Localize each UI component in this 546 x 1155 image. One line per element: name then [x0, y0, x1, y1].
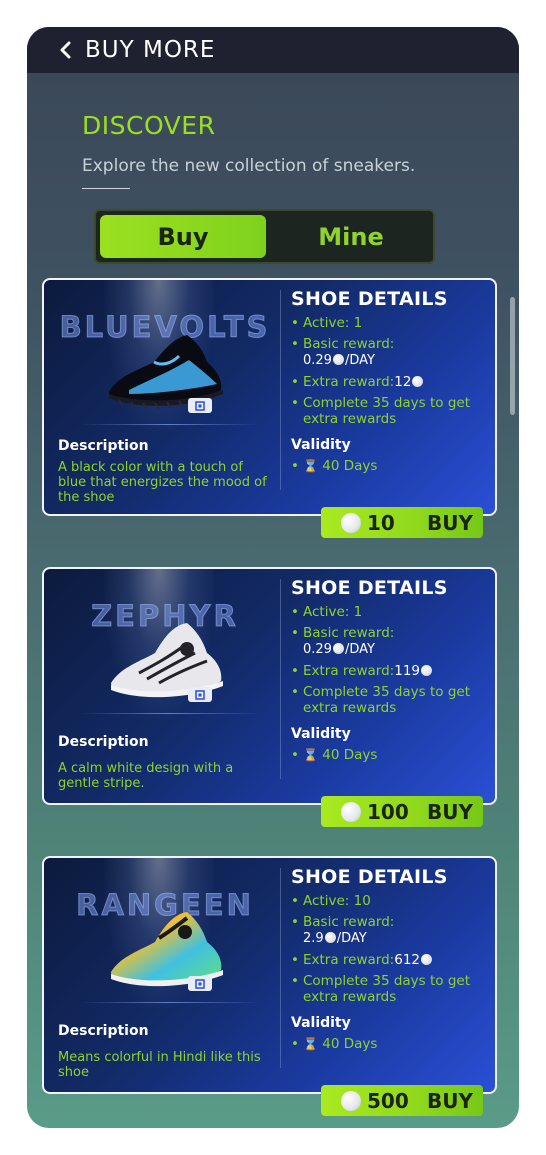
buy-button[interactable]: 100 BUY	[321, 796, 483, 827]
basic-reward-unit: /DAY	[344, 642, 375, 657]
divider	[80, 424, 260, 425]
section-heading: DISCOVER	[82, 111, 216, 140]
basic-reward-value: 0.29	[303, 353, 332, 368]
validity-title: Validity	[291, 726, 351, 742]
validity-value: ⌛ 40 Days	[291, 1036, 491, 1052]
coin-icon	[341, 512, 361, 533]
description-title: Description	[58, 734, 149, 750]
buy-label: BUY	[427, 799, 473, 824]
description-title: Description	[58, 438, 149, 454]
shoe-details: SHOE DETAILS Active: 1 Basic reward: 0.2…	[291, 288, 491, 474]
coin-icon	[324, 932, 336, 943]
complete-info: Complete 35 days to get extra rewards	[291, 684, 491, 716]
buy-button[interactable]: 10 BUY	[321, 507, 483, 538]
active-count: Active: 1	[291, 315, 491, 331]
extra-reward-value: 612	[394, 952, 421, 968]
shoe-details: SHOE DETAILS Active: 1 Basic reward: 0.2…	[291, 577, 491, 763]
divider	[80, 1002, 260, 1003]
tab-mine[interactable]: Mine	[272, 215, 430, 258]
hourglass-icon: ⌛	[303, 748, 318, 762]
divider	[280, 290, 281, 490]
extra-reward: Extra reward:12	[291, 374, 491, 390]
price: 500	[367, 1088, 409, 1113]
extra-reward-value: 119	[394, 663, 421, 679]
details-title: SHOE DETAILS	[291, 288, 448, 310]
description-title: Description	[58, 1023, 149, 1039]
shoe-preview: RANGEEN Description Means colorful in Hi…	[44, 858, 280, 1092]
basic-reward: Basic reward: 0.29/DAY	[291, 625, 491, 658]
buy-button[interactable]: 500 BUY	[321, 1085, 483, 1116]
page-title: BUY MORE	[85, 37, 216, 63]
coin-icon	[332, 354, 344, 365]
basic-reward: Basic reward: 0.29/DAY	[291, 336, 491, 369]
basic-reward-value: 0.29	[303, 642, 332, 657]
shoe-card: ZEPHYR Description A calm white design w…	[42, 567, 497, 805]
coin-icon	[421, 954, 433, 965]
scrollbar[interactable]	[510, 297, 515, 415]
section-subtitle: Explore the new collection of sneakers.	[82, 156, 416, 176]
shoe-preview: ZEPHYR Description A calm white design w…	[44, 569, 280, 803]
scan-icon[interactable]	[188, 687, 212, 702]
back-arrow-icon[interactable]	[45, 27, 85, 73]
basic-reward: Basic reward: 2.9/DAY	[291, 914, 491, 947]
description-text: A black color with a touch of blue that …	[58, 460, 267, 505]
description-text: Means colorful in Hindi like this shoe	[58, 1050, 261, 1080]
coin-icon	[412, 376, 424, 387]
divider	[280, 868, 281, 1068]
basic-reward-label: Basic reward:	[303, 336, 395, 352]
shoe-card: BLUEVOLTS Description A black color with…	[42, 278, 497, 516]
details-title: SHOE DETAILS	[291, 866, 448, 888]
price: 100	[367, 799, 409, 824]
divider	[80, 713, 260, 714]
validity-days: 40 Days	[322, 1036, 378, 1052]
basic-reward-label: Basic reward:	[303, 625, 395, 641]
scan-icon[interactable]	[188, 976, 212, 991]
validity-title: Validity	[291, 1015, 351, 1031]
extra-reward: Extra reward:119	[291, 663, 491, 679]
coin-icon	[421, 665, 433, 676]
validity-days: 40 Days	[322, 458, 378, 474]
coin-icon	[341, 1090, 361, 1111]
shoe-details: SHOE DETAILS Active: 10 Basic reward: 2.…	[291, 866, 491, 1052]
buy-mine-toggle: Buy Mine	[94, 209, 435, 264]
buy-label: BUY	[427, 510, 473, 535]
extra-reward: Extra reward:612	[291, 952, 491, 968]
tab-buy[interactable]: Buy	[100, 215, 266, 258]
hourglass-icon: ⌛	[303, 459, 318, 473]
scan-icon[interactable]	[188, 398, 212, 413]
hourglass-icon: ⌛	[303, 1037, 318, 1051]
shoe-preview: BLUEVOLTS Description A black color with…	[44, 280, 280, 514]
extra-reward-label: Extra reward:	[303, 374, 395, 390]
active-count: Active: 1	[291, 604, 491, 620]
extra-reward-value: 12	[394, 374, 412, 390]
extra-reward-label: Extra reward:	[303, 663, 395, 679]
complete-info: Complete 35 days to get extra rewards	[291, 973, 491, 1005]
extra-reward-label: Extra reward:	[303, 952, 395, 968]
app-screen: BUY MORE DISCOVER Explore the new collec…	[27, 27, 519, 1128]
coin-icon	[332, 643, 344, 654]
validity-days: 40 Days	[322, 747, 378, 763]
top-bar: BUY MORE	[27, 27, 519, 73]
basic-reward-unit: /DAY	[344, 353, 375, 368]
validity-title: Validity	[291, 437, 351, 453]
buy-label: BUY	[427, 1088, 473, 1113]
shoe-card: RANGEEN Description Means colorful in Hi…	[42, 856, 497, 1094]
basic-reward-label: Basic reward:	[303, 914, 395, 930]
basic-reward-value: 2.9	[303, 931, 324, 946]
price: 10	[367, 510, 395, 535]
details-title: SHOE DETAILS	[291, 577, 448, 599]
validity-value: ⌛ 40 Days	[291, 458, 491, 474]
description-text: A calm white design with a gentle stripe…	[58, 761, 234, 791]
active-count: Active: 10	[291, 893, 491, 909]
coin-icon	[341, 801, 361, 822]
complete-info: Complete 35 days to get extra rewards	[291, 395, 491, 427]
basic-reward-unit: /DAY	[336, 931, 367, 946]
heading-underline	[82, 188, 130, 189]
validity-value: ⌛ 40 Days	[291, 747, 491, 763]
divider	[280, 579, 281, 779]
